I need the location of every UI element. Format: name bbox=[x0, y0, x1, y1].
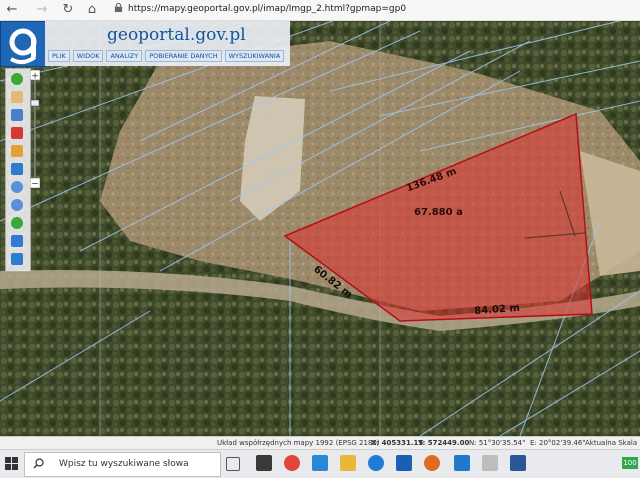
chrome-icon[interactable] bbox=[284, 455, 300, 471]
address-bar[interactable]: https://mapy.geoportal.gov.pl/imap/Imgp_… bbox=[112, 2, 632, 17]
main-menu: PLIK WIDOK ANALIZY POBIERANIE DANYCH WYS… bbox=[48, 50, 285, 62]
app-sun-icon[interactable] bbox=[424, 455, 440, 471]
browser-toolbar: ← → ↻ ⌂ https://mapy.geoportal.gov.pl/im… bbox=[0, 0, 640, 21]
app-l-icon[interactable] bbox=[312, 455, 328, 471]
forward-button[interactable]: → bbox=[34, 2, 50, 18]
search-icon bbox=[33, 458, 44, 469]
store-icon[interactable] bbox=[256, 455, 272, 471]
app-arrow-icon[interactable] bbox=[396, 455, 412, 471]
zoom-in-icon[interactable] bbox=[11, 181, 23, 193]
map-toolbar bbox=[5, 68, 31, 272]
tray-badge[interactable]: 100 bbox=[622, 457, 638, 469]
area-label: 67.880 a bbox=[414, 207, 463, 218]
home-button[interactable]: ⌂ bbox=[84, 2, 100, 18]
aerial-map bbox=[0, 21, 640, 436]
edge-icon[interactable] bbox=[368, 455, 384, 471]
menu-wyszukiwania[interactable]: WYSZUKIWANIA bbox=[224, 50, 285, 62]
map-view[interactable]: 67.880 a 136.48 m 60.82 m 84.02 m bbox=[0, 21, 640, 436]
measure-icon[interactable] bbox=[11, 163, 23, 175]
edit-pencil-icon[interactable] bbox=[11, 145, 23, 157]
svg-text:−: − bbox=[31, 180, 39, 190]
app-paint-icon[interactable] bbox=[482, 455, 498, 471]
zoom-box-icon[interactable] bbox=[11, 109, 23, 121]
windows-start-icon[interactable] bbox=[5, 457, 18, 470]
brand-title: geoportal.gov.pl bbox=[107, 25, 246, 45]
taskbar-search[interactable]: Wpisz tu wyszukiwane słowa bbox=[24, 452, 221, 477]
outlook-icon[interactable] bbox=[454, 455, 470, 471]
info-icon[interactable] bbox=[11, 73, 23, 85]
menu-widok[interactable]: WIDOK bbox=[72, 50, 104, 62]
file-explorer-icon[interactable] bbox=[340, 455, 356, 471]
pan-hand-icon[interactable] bbox=[11, 91, 23, 103]
taskbar: Wpisz tu wyszukiwane słowa 100 bbox=[0, 449, 640, 478]
geoportal-logo[interactable] bbox=[0, 21, 47, 67]
search-placeholder: Wpisz tu wyszukiwane słowa bbox=[59, 459, 189, 469]
refresh-button[interactable]: ↻ bbox=[60, 2, 76, 18]
globe-icon[interactable] bbox=[11, 217, 23, 229]
url-text: https://mapy.geoportal.gov.pl/imap/Imgp_… bbox=[128, 4, 407, 14]
task-view-icon[interactable] bbox=[226, 457, 240, 471]
previous-view-icon[interactable] bbox=[11, 235, 23, 247]
menu-pobieranie-danych[interactable]: POBIERANIE DANYCH bbox=[145, 50, 222, 62]
zoom-out-icon[interactable] bbox=[11, 199, 23, 211]
menu-analizy[interactable]: ANALIZY bbox=[106, 50, 143, 62]
menu-plik[interactable]: PLIK bbox=[48, 50, 70, 62]
zoom-slider[interactable]: + − bbox=[30, 70, 40, 190]
word-icon[interactable] bbox=[510, 455, 526, 471]
g-logo-icon bbox=[9, 28, 37, 64]
select-icon[interactable] bbox=[11, 127, 23, 139]
next-view-icon[interactable] bbox=[11, 253, 23, 265]
status-bar: Układ współrzędnych mapy 1992 (EPSG 2180… bbox=[0, 436, 640, 460]
back-button[interactable]: ← bbox=[4, 2, 20, 18]
